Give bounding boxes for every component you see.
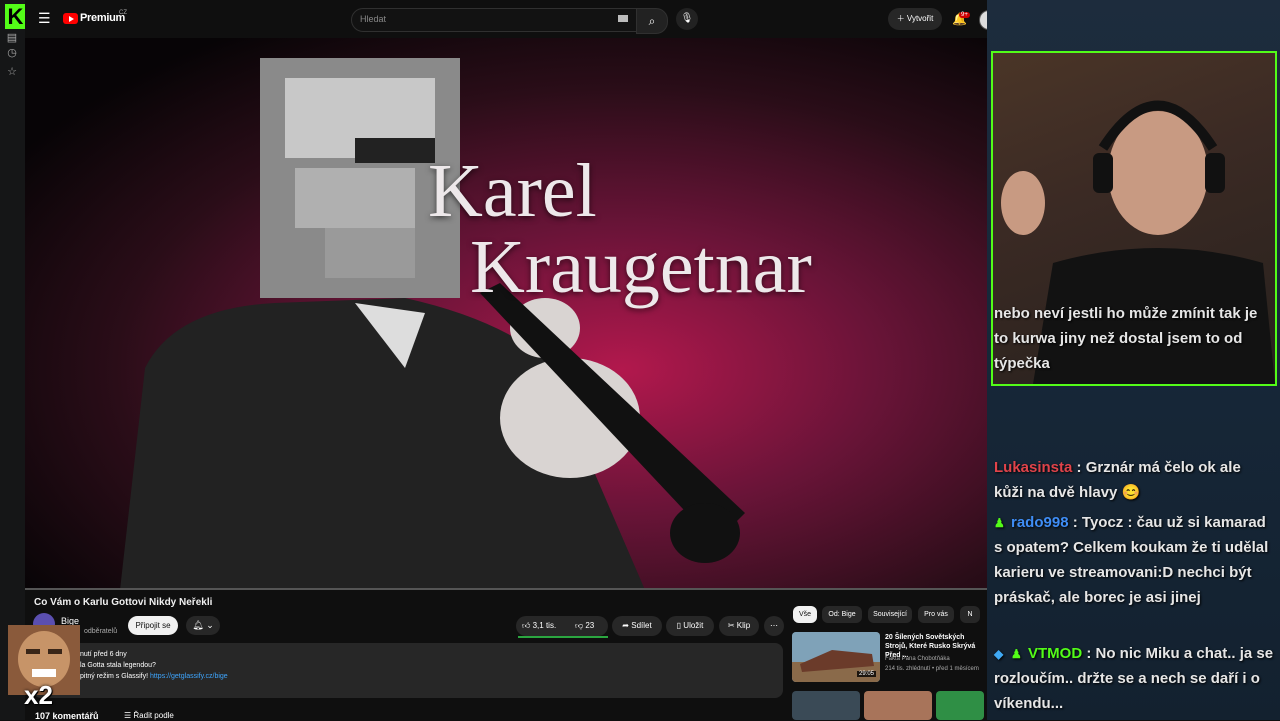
share-label: Sdílet bbox=[631, 621, 652, 630]
mod-badge-icon: ♟ bbox=[1011, 646, 1022, 661]
create-button[interactable]: ＋ Vytvořit bbox=[888, 8, 942, 30]
star-icon[interactable]: ☆ bbox=[6, 66, 18, 78]
more-icon: ⋯ bbox=[770, 621, 778, 630]
chat-message: Lukasinsta : Grznár má čelo ok ale kůži … bbox=[994, 459, 1241, 501]
gem-badge-icon: ◆ bbox=[994, 646, 1004, 661]
sort-button[interactable]: ☰ Řadit podle bbox=[124, 711, 174, 720]
create-label: Vytvořit bbox=[906, 14, 934, 23]
description-line: la Gotta stala legendou? bbox=[80, 662, 156, 669]
like-button[interactable]: 👍︎ 3,1 tis. bbox=[522, 616, 567, 636]
rec-channel[interactable]: Fakta Pana Chobotňáka bbox=[885, 656, 950, 662]
video-player[interactable] bbox=[25, 38, 987, 590]
subscriber-count: odběratelů bbox=[84, 628, 118, 635]
chat-username[interactable]: VTMOD bbox=[1028, 645, 1082, 662]
keyboard-icon[interactable] bbox=[618, 15, 628, 22]
chat-message: ◆ ♟ VTMOD : No nic Miku a chat.. ja se roz… bbox=[994, 645, 1274, 712]
search-input[interactable] bbox=[351, 8, 637, 32]
overlay-title-first: Karel bbox=[428, 149, 597, 233]
rec-thumbnail-next[interactable] bbox=[792, 691, 860, 720]
browse-icon[interactable]: ▤ bbox=[6, 32, 18, 44]
rec-thumbnail-next[interactable] bbox=[864, 691, 932, 720]
youtube-logo-icon[interactable] bbox=[63, 13, 78, 24]
chat-text: nebo neví jestli ho může zmínit tak je t… bbox=[994, 305, 1258, 372]
chip-from-channel[interactable]: Od: Bige bbox=[822, 606, 862, 623]
like-count: 3,1 tis. bbox=[532, 621, 557, 630]
subscription-bell-button[interactable]: 🔔︎ ⌄ bbox=[186, 616, 220, 635]
scissors-icon: ✂ bbox=[727, 621, 737, 630]
rec-thumbnail-next[interactable] bbox=[936, 691, 984, 720]
description-box[interactable] bbox=[33, 643, 783, 698]
menu-icon[interactable]: ☰ bbox=[38, 11, 52, 25]
plus-icon: ＋ bbox=[896, 14, 907, 23]
description-promo: pitný režim s Glassify! https://getglass… bbox=[80, 673, 228, 680]
sort-icon: ☰ bbox=[124, 711, 134, 720]
overlay-title-last: Kraugetnar bbox=[470, 225, 812, 309]
promo-text: pitný režim s Glassify! bbox=[80, 673, 151, 680]
rec-meta: 214 tis. zhlédnutí • před 1 měsícem bbox=[885, 666, 979, 672]
chat-username[interactable]: Lukasinsta bbox=[994, 459, 1072, 476]
video-title: Co Vám o Karlu Gottovi Nikdy Neřekli bbox=[34, 597, 213, 608]
search-icon: ⌕ bbox=[648, 14, 656, 28]
thumbs-up-icon: 👍︎ bbox=[522, 621, 533, 630]
search-button[interactable]: ⌕ bbox=[636, 8, 668, 34]
clip-label: Klip bbox=[736, 621, 751, 630]
search-placeholder: Hledat bbox=[360, 14, 387, 24]
chat-username[interactable]: rado998 bbox=[1011, 514, 1069, 531]
sort-label: Řadit podle bbox=[133, 711, 174, 720]
more-options-button[interactable]: ⋯ bbox=[764, 616, 784, 636]
share-button[interactable]: ➦ Sdílet bbox=[612, 616, 662, 636]
dislike-count: 23 bbox=[585, 621, 595, 630]
video-frame bbox=[120, 58, 745, 590]
description-meta: nutí před 6 dny bbox=[80, 651, 127, 658]
dislike-button[interactable]: 👎︎ 23 bbox=[575, 616, 607, 636]
like-ratio-bar bbox=[518, 636, 608, 638]
bell-icon: 🔔︎ ⌄ bbox=[192, 620, 214, 630]
mic-icon[interactable]: 🎙 bbox=[676, 8, 698, 30]
vip-badge-icon: ♟ bbox=[994, 515, 1005, 530]
kick-sidebar bbox=[0, 0, 25, 720]
kick-logo[interactable]: K bbox=[5, 4, 26, 29]
chip-all[interactable]: Vše bbox=[793, 606, 817, 623]
clarinet-bell bbox=[670, 503, 740, 563]
promo-link[interactable]: https://getglassify.cz/bige bbox=[150, 673, 228, 680]
progress-bar[interactable] bbox=[25, 588, 987, 590]
rec-duration: 29:05 bbox=[857, 671, 877, 677]
chip-related[interactable]: Související bbox=[868, 606, 912, 623]
join-button[interactable]: Připojit se bbox=[128, 616, 178, 635]
clip-button[interactable]: ✂ Klip bbox=[719, 616, 759, 636]
thumbs-down-icon: 👎︎ bbox=[575, 621, 586, 630]
history-icon[interactable]: ◷ bbox=[6, 47, 18, 59]
share-icon: ➦ bbox=[622, 621, 632, 630]
notification-badge: 9+ bbox=[959, 12, 970, 18]
chat-message: ♟ rado998 : Tyocz : čau už si kamarad s o… bbox=[994, 514, 1269, 606]
chat-message: nebo neví jestli ho může zmínit tak je t… bbox=[994, 301, 1274, 376]
save-label: Uložit bbox=[683, 621, 704, 630]
chip-for-you[interactable]: Pro vás bbox=[918, 606, 954, 623]
save-button[interactable]: ▯ Uložit bbox=[666, 616, 714, 636]
emote-multiplier: x2 bbox=[24, 680, 53, 710]
chip-more[interactable]: N bbox=[960, 606, 980, 623]
region-label: CZ bbox=[119, 10, 127, 16]
